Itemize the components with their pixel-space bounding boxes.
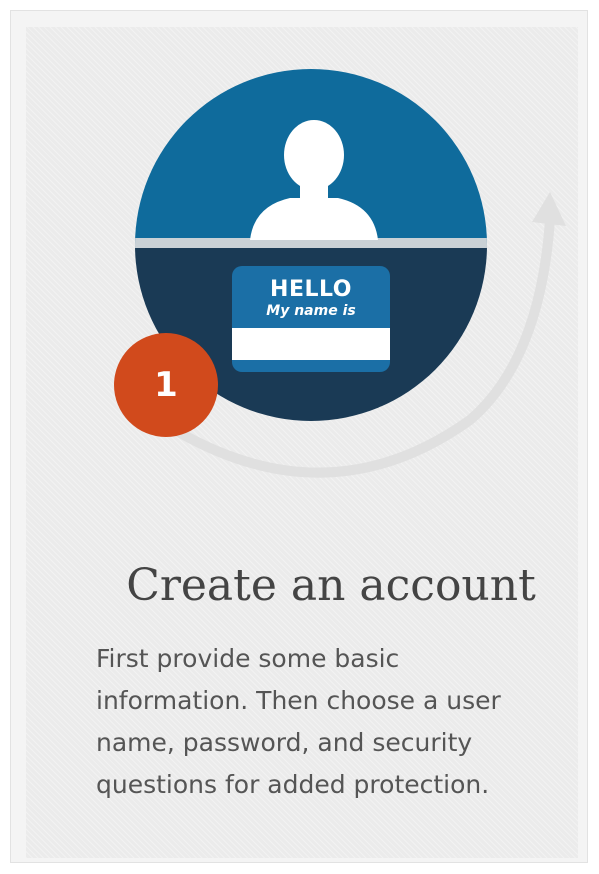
step-number: 1: [154, 365, 178, 405]
name-tag-greeting: HELLO: [270, 277, 352, 302]
name-tag-subtitle: My name is: [266, 303, 356, 319]
step-description: First provide some basic information. Th…: [96, 644, 501, 799]
step-title: Create an account: [126, 560, 536, 611]
create-account-illustration: [114, 69, 566, 478]
